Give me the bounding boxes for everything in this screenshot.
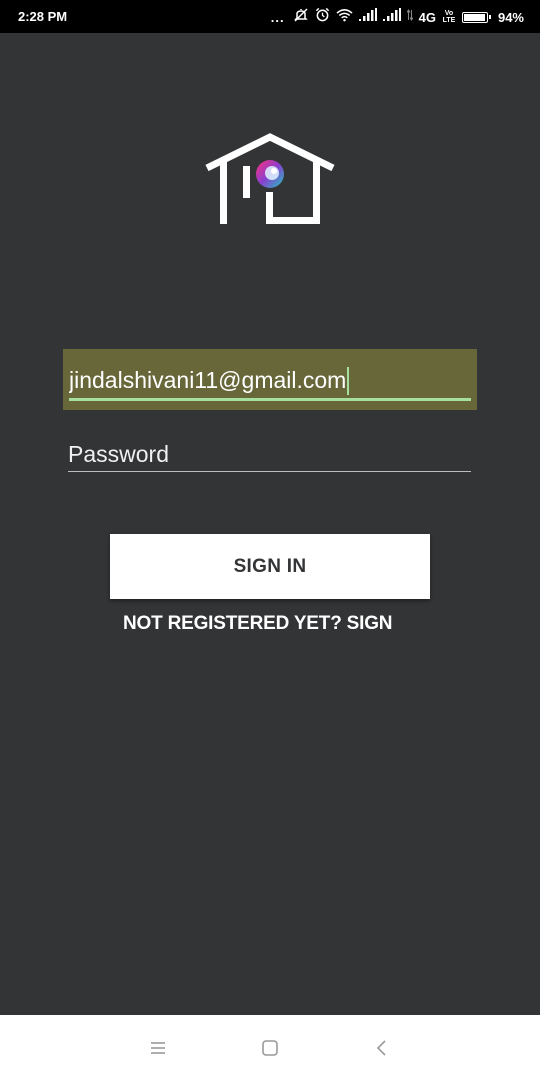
network-type: 4G: [418, 9, 436, 25]
notification-dots: ...: [270, 9, 285, 25]
battery-tip: [488, 15, 491, 19]
battery-percent: 94%: [497, 9, 524, 25]
sign-in-button[interactable]: SIGN IN: [110, 534, 430, 599]
password-field[interactable]: [68, 438, 468, 470]
text-cursor: [347, 367, 350, 395]
status-time: 2:28 PM: [18, 9, 68, 24]
alarm-icon: [315, 7, 330, 27]
house-camera-logo-icon: [204, 132, 336, 228]
password-field-container: [68, 436, 471, 474]
email-field[interactable]: [69, 363, 469, 397]
email-underline: [69, 398, 471, 401]
wifi-icon: [336, 8, 353, 27]
menu-icon[interactable]: [138, 1033, 178, 1063]
battery-level: [463, 13, 485, 21]
data-arrows-icon: [406, 8, 414, 26]
navigation-bar: [0, 1015, 540, 1080]
battery-icon: [461, 11, 491, 23]
home-square-icon[interactable]: [250, 1033, 290, 1063]
back-chevron-icon[interactable]: [362, 1033, 402, 1063]
email-field-container: [63, 349, 477, 410]
status-icons: ... 4G Vo LTE 94%: [270, 7, 524, 28]
signal-icon-2: [382, 8, 401, 26]
password-underline: [68, 471, 471, 472]
status-bar: 2:28 PM ... 4G Vo LTE 94%: [0, 0, 540, 33]
mute-icon: [293, 7, 309, 28]
signal-icon: [358, 8, 377, 26]
register-link[interactable]: NOT REGISTERED YET? SIGN: [123, 613, 393, 635]
volte-badge: Vo LTE: [442, 10, 456, 24]
